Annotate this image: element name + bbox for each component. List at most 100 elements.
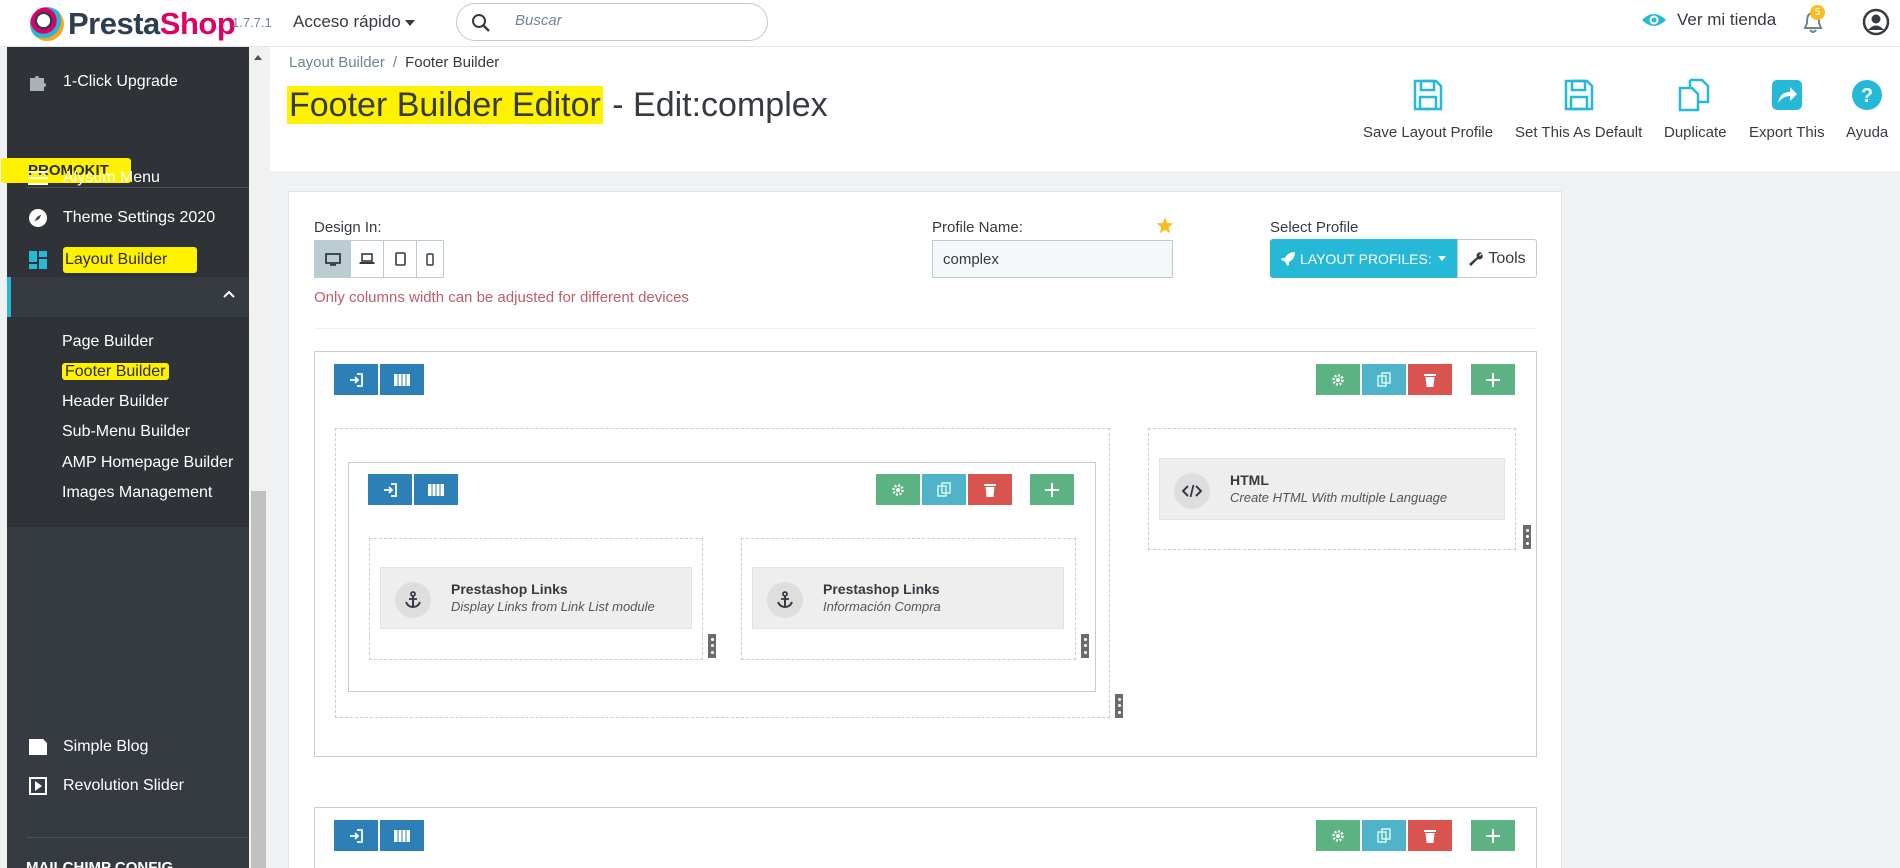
select-profile-label: Select Profile — [1270, 219, 1359, 236]
nested-row-add-button[interactable] — [1030, 474, 1074, 505]
layout-profiles-button[interactable]: LAYOUT PROFILES: — [1270, 239, 1458, 278]
export-button[interactable]: Export This — [1749, 76, 1825, 141]
trash-icon — [1424, 373, 1436, 387]
sign-in-icon — [350, 828, 363, 843]
anchor-icon — [405, 591, 421, 609]
save-icon — [1564, 79, 1593, 111]
gear-icon — [1332, 373, 1344, 386]
sidebar-sub-page-builder[interactable]: Page Builder — [62, 333, 154, 351]
save-icon — [1413, 79, 1443, 111]
sidebar-item-upgrade[interactable]: 1-Click Upgrade — [27, 71, 178, 93]
caret-down-icon — [404, 19, 415, 26]
svg-text:?: ? — [1861, 85, 1873, 107]
copy-icon — [1377, 372, 1391, 387]
nested-row-move-button[interactable] — [368, 474, 412, 505]
sidebar-item-theme-settings[interactable]: Theme Settings 2020 — [27, 207, 215, 229]
sidebar-item-layout-builder[interactable]: Layout Builder — [27, 247, 198, 273]
prestashop-logo[interactable]: PrestaShop — [30, 6, 236, 42]
sidebar-sub-header-builder[interactable]: Header Builder — [62, 393, 169, 411]
profile-name-input[interactable] — [932, 240, 1173, 278]
help-icon: ? — [1852, 80, 1883, 110]
copy-icon — [937, 482, 951, 497]
sidebar-scrollbar[interactable] — [249, 47, 268, 868]
view-shop-link[interactable]: Ver mi tienda — [1641, 10, 1776, 30]
row-add-button[interactable] — [1471, 364, 1515, 395]
grid-icon — [27, 249, 49, 271]
columns-icon — [394, 373, 410, 386]
sidebar-sub-footer-builder[interactable]: Footer Builder — [62, 363, 169, 381]
breadcrumb-parent[interactable]: Layout Builder — [289, 54, 385, 71]
row2-copy-button[interactable] — [1362, 820, 1406, 851]
puffin-logo-icon — [30, 7, 64, 41]
nested-row-settings-button[interactable] — [876, 474, 920, 505]
tools-button[interactable]: Tools — [1457, 239, 1537, 278]
resize-handle[interactable] — [1523, 525, 1531, 549]
quick-access-dropdown[interactable]: Acceso rápido — [293, 12, 415, 32]
tablet-device-button[interactable] — [384, 240, 417, 278]
widget-prestashop-links-2[interactable]: Prestashop Links Información Compra — [752, 567, 1064, 629]
caret-down-icon — [1437, 256, 1446, 261]
sidebar-item-layout-builder-active[interactable] — [7, 277, 249, 317]
sidebar-section-mailchimp: MAILCHIMP CONFIG — [26, 859, 174, 868]
sidebar: 1-Click Upgrade PROMOKIT Alysum Menu The… — [1, 47, 249, 868]
nested-row-copy-button[interactable] — [922, 474, 966, 505]
row-delete-button[interactable] — [1408, 364, 1452, 395]
sign-in-icon — [384, 482, 397, 497]
scroll-up-icon[interactable] — [254, 55, 262, 60]
widget-html[interactable]: HTML Create HTML With multiple Language — [1159, 458, 1505, 520]
widget-prestashop-links-1[interactable]: Prestashop Links Display Links from Link… — [380, 567, 692, 629]
user-avatar-icon[interactable] — [1862, 8, 1890, 36]
desktop-icon — [324, 252, 341, 266]
mobile-device-button[interactable] — [417, 240, 444, 278]
share-icon — [1771, 80, 1802, 110]
row-columns-button[interactable] — [380, 364, 424, 395]
duplicate-button[interactable]: Duplicate — [1664, 76, 1727, 141]
resize-handle[interactable] — [708, 634, 716, 658]
gear-icon — [1332, 829, 1344, 842]
help-button[interactable]: ? Ayuda — [1846, 76, 1888, 141]
scrollbar-thumb[interactable] — [251, 491, 266, 868]
tablet-icon — [394, 252, 406, 266]
sidebar-item-alysum-menu[interactable]: Alysum Menu — [27, 167, 160, 189]
move-icon — [1486, 828, 1500, 843]
desktop-device-button[interactable] — [314, 240, 351, 278]
page-title: Footer Builder Editor - Edit:complex — [287, 86, 828, 124]
row-settings-button[interactable] — [1316, 364, 1360, 395]
puzzle-icon — [27, 71, 49, 93]
version-label: 1.7.7.1 — [232, 15, 272, 30]
sidebar-sub-images-management[interactable]: Images Management — [62, 484, 212, 502]
hamburger-icon — [27, 167, 49, 189]
search-input[interactable] — [515, 12, 745, 29]
wrench-icon — [1469, 251, 1484, 266]
row2-add-button[interactable] — [1471, 820, 1515, 851]
play-icon — [27, 775, 49, 797]
trash-icon — [1424, 829, 1436, 843]
nested-row-columns-button[interactable] — [414, 474, 458, 505]
laptop-device-button[interactable] — [351, 240, 384, 278]
resize-handle[interactable] — [1115, 694, 1123, 718]
code-icon — [1182, 484, 1202, 498]
chevron-up-icon[interactable] — [223, 290, 235, 298]
star-icon[interactable] — [1156, 217, 1174, 234]
mobile-icon — [426, 252, 434, 266]
top-bar: PrestaShop 1.7.7.1 Acceso rápido Ver mi … — [0, 0, 1900, 47]
nested-row-delete-button[interactable] — [968, 474, 1012, 505]
sidebar-item-revolution-slider[interactable]: Revolution Slider — [27, 775, 184, 797]
row2-move-button[interactable] — [334, 820, 378, 851]
sidebar-sub-amp-homepage-builder[interactable]: AMP Homepage Builder — [62, 454, 233, 472]
sidebar-item-simple-blog[interactable]: Simple Blog — [27, 736, 148, 758]
compass-icon — [27, 207, 49, 229]
move-icon — [1045, 482, 1059, 497]
set-default-button[interactable]: Set This As Default — [1515, 76, 1642, 141]
row2-columns-button[interactable] — [380, 820, 424, 851]
search-box[interactable] — [456, 3, 768, 41]
sidebar-sub-submenu-builder[interactable]: Sub-Menu Builder — [62, 423, 190, 441]
resize-handle[interactable] — [1081, 634, 1089, 658]
blog-icon — [27, 736, 49, 758]
gear-icon — [892, 483, 904, 496]
save-layout-profile-button[interactable]: Save Layout Profile — [1363, 76, 1493, 141]
row2-settings-button[interactable] — [1316, 820, 1360, 851]
row-move-button[interactable] — [334, 364, 378, 395]
row-copy-button[interactable] — [1362, 364, 1406, 395]
row2-delete-button[interactable] — [1408, 820, 1452, 851]
